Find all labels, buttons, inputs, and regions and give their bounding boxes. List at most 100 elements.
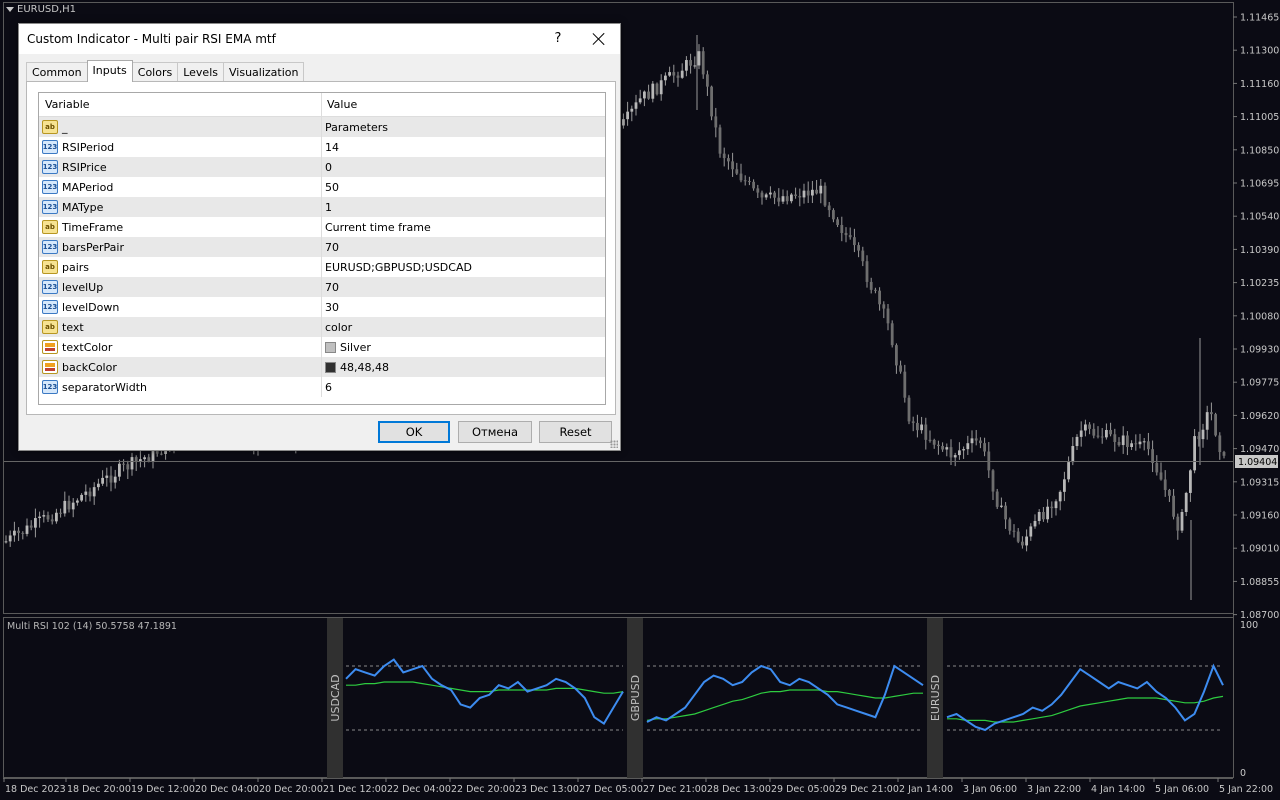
value-cell[interactable]: 14 — [322, 137, 602, 157]
cancel-button[interactable]: Отмена — [458, 421, 532, 443]
candle-body — [920, 424, 923, 431]
value-cell[interactable]: 70 — [322, 237, 602, 257]
value-cell[interactable]: 30 — [322, 297, 602, 317]
value-cell[interactable]: color — [322, 317, 602, 337]
candle-body — [672, 72, 676, 76]
ok-button[interactable]: OK — [378, 421, 450, 443]
candle-body — [1071, 446, 1075, 463]
input-row-text[interactable]: ab text color — [39, 317, 605, 337]
input-row-leveldown[interactable]: 123 levelDown 30 — [39, 297, 605, 317]
input-row-rsiperiod[interactable]: 123 RSIPeriod 14 — [39, 137, 605, 157]
input-row-maperiod[interactable]: 123 MAPeriod 50 — [39, 177, 605, 197]
candle-body — [1109, 429, 1112, 435]
candle-body — [1134, 443, 1138, 445]
tab-colors[interactable]: Colors — [131, 62, 179, 82]
column-header-value[interactable]: Value — [322, 93, 602, 116]
input-row-matype[interactable]: 123 MAType 1 — [39, 197, 605, 217]
input-row-barsperpair[interactable]: 123 barsPerPair 70 — [39, 237, 605, 257]
chart-symbol-label[interactable]: EURUSD,H1 — [6, 4, 76, 15]
value-cell[interactable]: Silver — [322, 337, 602, 357]
price-tick-label: 1.09010 — [1240, 544, 1279, 555]
input-row-levelup[interactable]: 123 levelUp 70 — [39, 277, 605, 297]
variable-name: RSIPrice — [62, 160, 107, 174]
variable-name: backColor — [62, 360, 117, 374]
value-cell[interactable]: 50 — [322, 177, 602, 197]
input-row-rsiprice[interactable]: 123 RSIPrice 0 — [39, 157, 605, 177]
candle-body — [126, 464, 130, 470]
candle-body — [781, 196, 785, 202]
value-cell[interactable]: 0 — [322, 157, 602, 177]
variable-name: barsPerPair — [62, 240, 124, 254]
dialog-titlebar[interactable]: Custom Indicator - Multi pair RSI EMA mt… — [19, 24, 620, 54]
variable-value: 50 — [325, 180, 339, 194]
candle-body — [823, 185, 827, 206]
candle-body — [1088, 424, 1091, 429]
candle-body — [848, 235, 852, 238]
candle-body — [1180, 511, 1184, 531]
close-icon[interactable] — [588, 28, 610, 50]
time-tick-label: 21 Dec 12:00 — [323, 784, 387, 795]
input-row-textcolor[interactable]: textColor Silver — [39, 337, 605, 357]
candle-body — [970, 438, 974, 444]
candle-body — [949, 447, 953, 458]
candle-body — [794, 194, 797, 196]
candle-body — [1084, 424, 1087, 431]
tab-common[interactable]: Common — [26, 62, 88, 82]
color-swatch[interactable] — [325, 361, 336, 373]
value-cell[interactable]: Parameters — [322, 117, 602, 137]
value-cell[interactable]: EURUSD;GBPUSD;USDCAD — [322, 257, 602, 277]
candle-body — [634, 102, 638, 109]
dropdown-triangle-icon[interactable] — [6, 7, 14, 12]
input-row-separator[interactable]: ab _ Parameters — [39, 117, 605, 137]
candle-body — [1168, 489, 1171, 496]
candle-body — [1012, 530, 1016, 532]
candle-body — [1033, 520, 1037, 527]
candle-body — [1176, 516, 1180, 531]
candle-body — [878, 290, 881, 305]
candle-body — [118, 463, 121, 477]
value-cell[interactable]: 6 — [322, 377, 602, 397]
input-row-pairs[interactable]: ab pairs EURUSD;GBPUSD;USDCAD — [39, 257, 605, 277]
candle-body — [13, 530, 16, 536]
candle-body — [1092, 428, 1096, 436]
integer-type-icon: 123 — [42, 300, 58, 314]
time-tick-label: 27 Dec 05:00 — [579, 784, 643, 795]
value-cell[interactable]: Current time frame — [322, 217, 602, 237]
candle-body — [1189, 470, 1192, 493]
inputs-tab-panel: Variable Value ab _ Parameters 123 RSIPeriod… — [26, 81, 616, 415]
variable-value: 6 — [325, 380, 332, 394]
value-cell[interactable]: 70 — [322, 277, 602, 297]
input-row-timeframe[interactable]: ab TimeFrame Current time frame — [39, 217, 605, 237]
candle-body — [1184, 492, 1188, 512]
value-cell[interactable]: 1 — [322, 197, 602, 217]
candle-body — [1079, 430, 1083, 437]
color-swatch[interactable] — [325, 341, 336, 353]
time-tick-label: 3 Jan 06:00 — [963, 784, 1017, 795]
integer-type-icon: 123 — [42, 240, 58, 254]
time-tick-label: 28 Dec 13:00 — [707, 784, 771, 795]
candle-body — [827, 205, 831, 211]
candle-body — [962, 449, 965, 451]
input-row-backcolor[interactable]: backColor 48,48,48 — [39, 357, 605, 377]
candle-body — [756, 188, 760, 193]
candle-body — [143, 457, 146, 460]
resize-grip-icon[interactable] — [610, 440, 618, 448]
candle-body — [655, 83, 659, 95]
reset-button[interactable]: Reset — [539, 421, 612, 443]
value-cell[interactable]: 48,48,48 — [322, 357, 602, 377]
input-row-separatorwidth[interactable]: 123 separatorWidth 6 — [39, 377, 605, 397]
column-header-variable[interactable]: Variable — [39, 93, 322, 116]
price-tick-label: 1.08855 — [1240, 577, 1279, 588]
candle-body — [55, 512, 58, 522]
variable-cell: ab TimeFrame — [39, 217, 322, 237]
candle-body — [59, 512, 62, 514]
tab-visualization[interactable]: Visualization — [223, 62, 305, 82]
variable-name: TimeFrame — [62, 220, 124, 234]
candle-body — [1042, 511, 1045, 520]
tab-inputs[interactable]: Inputs — [86, 60, 133, 82]
candle-body — [769, 192, 772, 195]
time-tick-label: 29 Dec 05:00 — [771, 784, 835, 795]
tab-levels[interactable]: Levels — [177, 62, 224, 82]
help-button[interactable]: ? — [547, 28, 569, 50]
candle-body — [899, 365, 902, 372]
